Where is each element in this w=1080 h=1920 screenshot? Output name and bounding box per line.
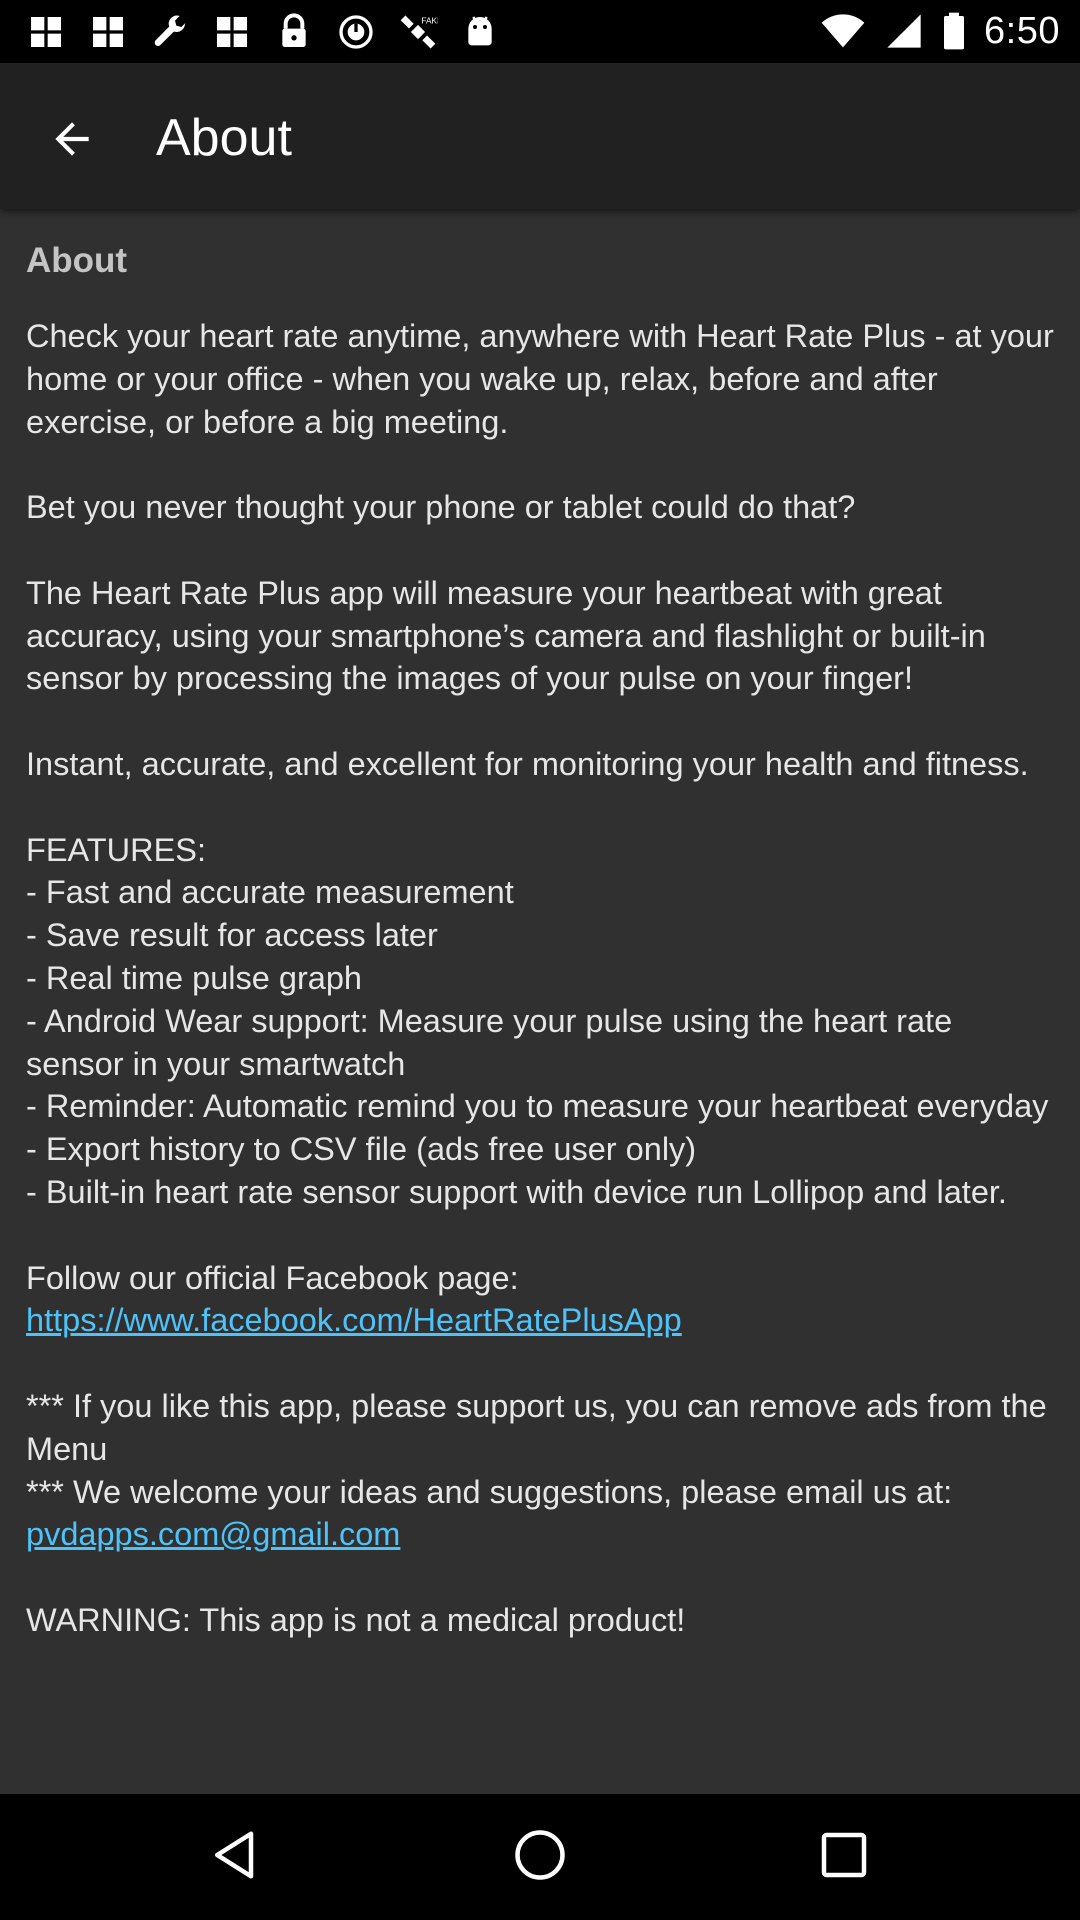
- paragraph: The Heart Rate Plus app will measure you…: [26, 574, 995, 697]
- navigation-bar: [0, 1794, 1080, 1920]
- grid-icon: [212, 12, 252, 52]
- status-bar: FAKE 6:50: [0, 0, 1080, 63]
- email-link[interactable]: pvdapps.com@gmail.com: [26, 1516, 400, 1552]
- feature-item: - Built-in heart rate sensor support wit…: [26, 1173, 1007, 1210]
- feature-item: - Save result for access later: [26, 917, 438, 954]
- about-description: Check your heart rate anytime, anywhere …: [26, 315, 1054, 1642]
- grid-icon: [88, 12, 128, 52]
- wrench-icon: [150, 12, 190, 52]
- page-title: About: [156, 109, 292, 167]
- section-heading: About: [26, 241, 128, 280]
- back-button[interactable]: [34, 103, 110, 179]
- feature-item: - Real time pulse graph: [26, 959, 362, 996]
- status-clock: 6:50: [984, 9, 1060, 52]
- email-prefix: *** We welcome your ideas and suggestion…: [26, 1473, 962, 1510]
- facebook-link[interactable]: https://www.facebook.com/HeartRatePlusAp…: [26, 1302, 682, 1338]
- grid-icon: [26, 12, 66, 52]
- wifi-icon: [820, 11, 866, 51]
- arrow-back-icon: [47, 114, 97, 169]
- nav-recents-button[interactable]: [809, 1822, 879, 1892]
- alarm-icon: [336, 12, 376, 52]
- android-icon: [460, 12, 500, 52]
- feature-item: - Android Wear support: Measure your pul…: [26, 1002, 962, 1082]
- nav-back-button[interactable]: [201, 1822, 271, 1892]
- svg-text:FAKE: FAKE: [421, 16, 438, 26]
- system-status: 6:50: [820, 8, 1060, 54]
- triangle-back-icon: [206, 1825, 266, 1890]
- satellite-icon: FAKE: [398, 12, 438, 52]
- notification-icons: FAKE: [26, 12, 500, 52]
- nav-home-button[interactable]: [505, 1822, 575, 1892]
- facebook-prefix: Follow our official Facebook page:: [26, 1259, 528, 1296]
- feature-item: - Reminder: Automatic remind you to meas…: [26, 1088, 1049, 1125]
- lock-icon: [274, 12, 314, 52]
- about-content[interactable]: About Check your heart rate anytime, any…: [0, 209, 1080, 1794]
- circle-home-icon: [510, 1825, 570, 1890]
- paragraph: Check your heart rate anytime, anywhere …: [26, 318, 1063, 440]
- warning-text: WARNING: This app is not a medical produ…: [26, 1601, 686, 1638]
- feature-item: - Fast and accurate measurement: [26, 874, 514, 911]
- feature-item: - Export history to CSV file (ads free u…: [26, 1131, 697, 1168]
- battery-icon: [942, 11, 966, 51]
- app-bar: About: [0, 63, 1080, 209]
- signal-icon: [884, 11, 924, 51]
- support-line: *** If you like this app, please support…: [26, 1387, 1056, 1467]
- paragraph: Instant, accurate, and excellent for mon…: [26, 745, 1029, 782]
- features-heading: FEATURES:: [26, 831, 206, 868]
- square-recents-icon: [814, 1825, 874, 1890]
- paragraph: Bet you never thought your phone or tabl…: [26, 489, 856, 526]
